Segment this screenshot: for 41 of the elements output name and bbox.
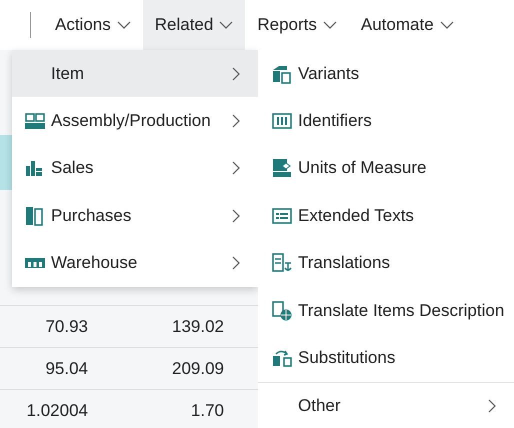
barcode-icon <box>272 113 292 130</box>
menu-item[interactable]: Purchases <box>12 192 258 240</box>
menu-item[interactable]: Other <box>258 382 514 428</box>
chevron-right-icon <box>232 66 240 81</box>
cube-document-icon <box>272 64 292 84</box>
text-lines-icon <box>272 208 292 224</box>
menu-bar-item[interactable]: Related <box>142 0 246 50</box>
menu-bar-item[interactable]: Reports <box>245 0 349 50</box>
menu-item[interactable]: Units of Measure <box>258 144 514 192</box>
swap-icon <box>272 349 292 368</box>
ruler-icon <box>272 158 292 178</box>
table-cell-text: 139.02 <box>171 316 224 336</box>
table-cell-text: 209.09 <box>171 358 224 378</box>
document-translate-icon <box>272 253 292 274</box>
table-cell-text: 1.70 <box>190 400 224 420</box>
chevron-down-icon <box>440 21 454 29</box>
chevron-down-icon <box>219 21 234 29</box>
chevron-right-icon <box>232 161 240 176</box>
menu-item[interactable]: Assembly/Production <box>12 97 258 145</box>
chevron-down-icon <box>116 21 131 29</box>
chart-bars-icon <box>25 159 43 178</box>
menu-bar-item[interactable]: Automate <box>348 0 466 50</box>
menu-item[interactable]: Translations <box>258 240 514 287</box>
menu-bar-item[interactable]: Actions <box>43 0 143 50</box>
menu-item[interactable]: Item <box>12 50 258 98</box>
menu-item[interactable]: Substitutions <box>258 334 514 382</box>
menu-item[interactable]: Extended Texts <box>258 192 514 240</box>
menu-item[interactable]: Variants <box>258 50 514 98</box>
menu-item[interactable]: Sales <box>12 144 258 192</box>
table-cell-text: 1.02004 <box>26 400 88 420</box>
table-cell-text: 95.04 <box>44 358 88 378</box>
menu-item[interactable]: Identifiers <box>258 97 514 145</box>
chevron-right-icon <box>488 399 496 414</box>
chevron-down-icon <box>322 21 337 29</box>
chevron-right-icon <box>232 208 240 223</box>
chevron-right-icon <box>232 114 240 128</box>
warehouse-icon <box>25 257 45 270</box>
chevron-right-icon <box>232 256 240 270</box>
menu-item[interactable]: Warehouse <box>12 240 258 287</box>
menu-item[interactable]: Translate Items Description <box>258 286 514 334</box>
table-cell-text: 70.93 <box>44 316 88 336</box>
